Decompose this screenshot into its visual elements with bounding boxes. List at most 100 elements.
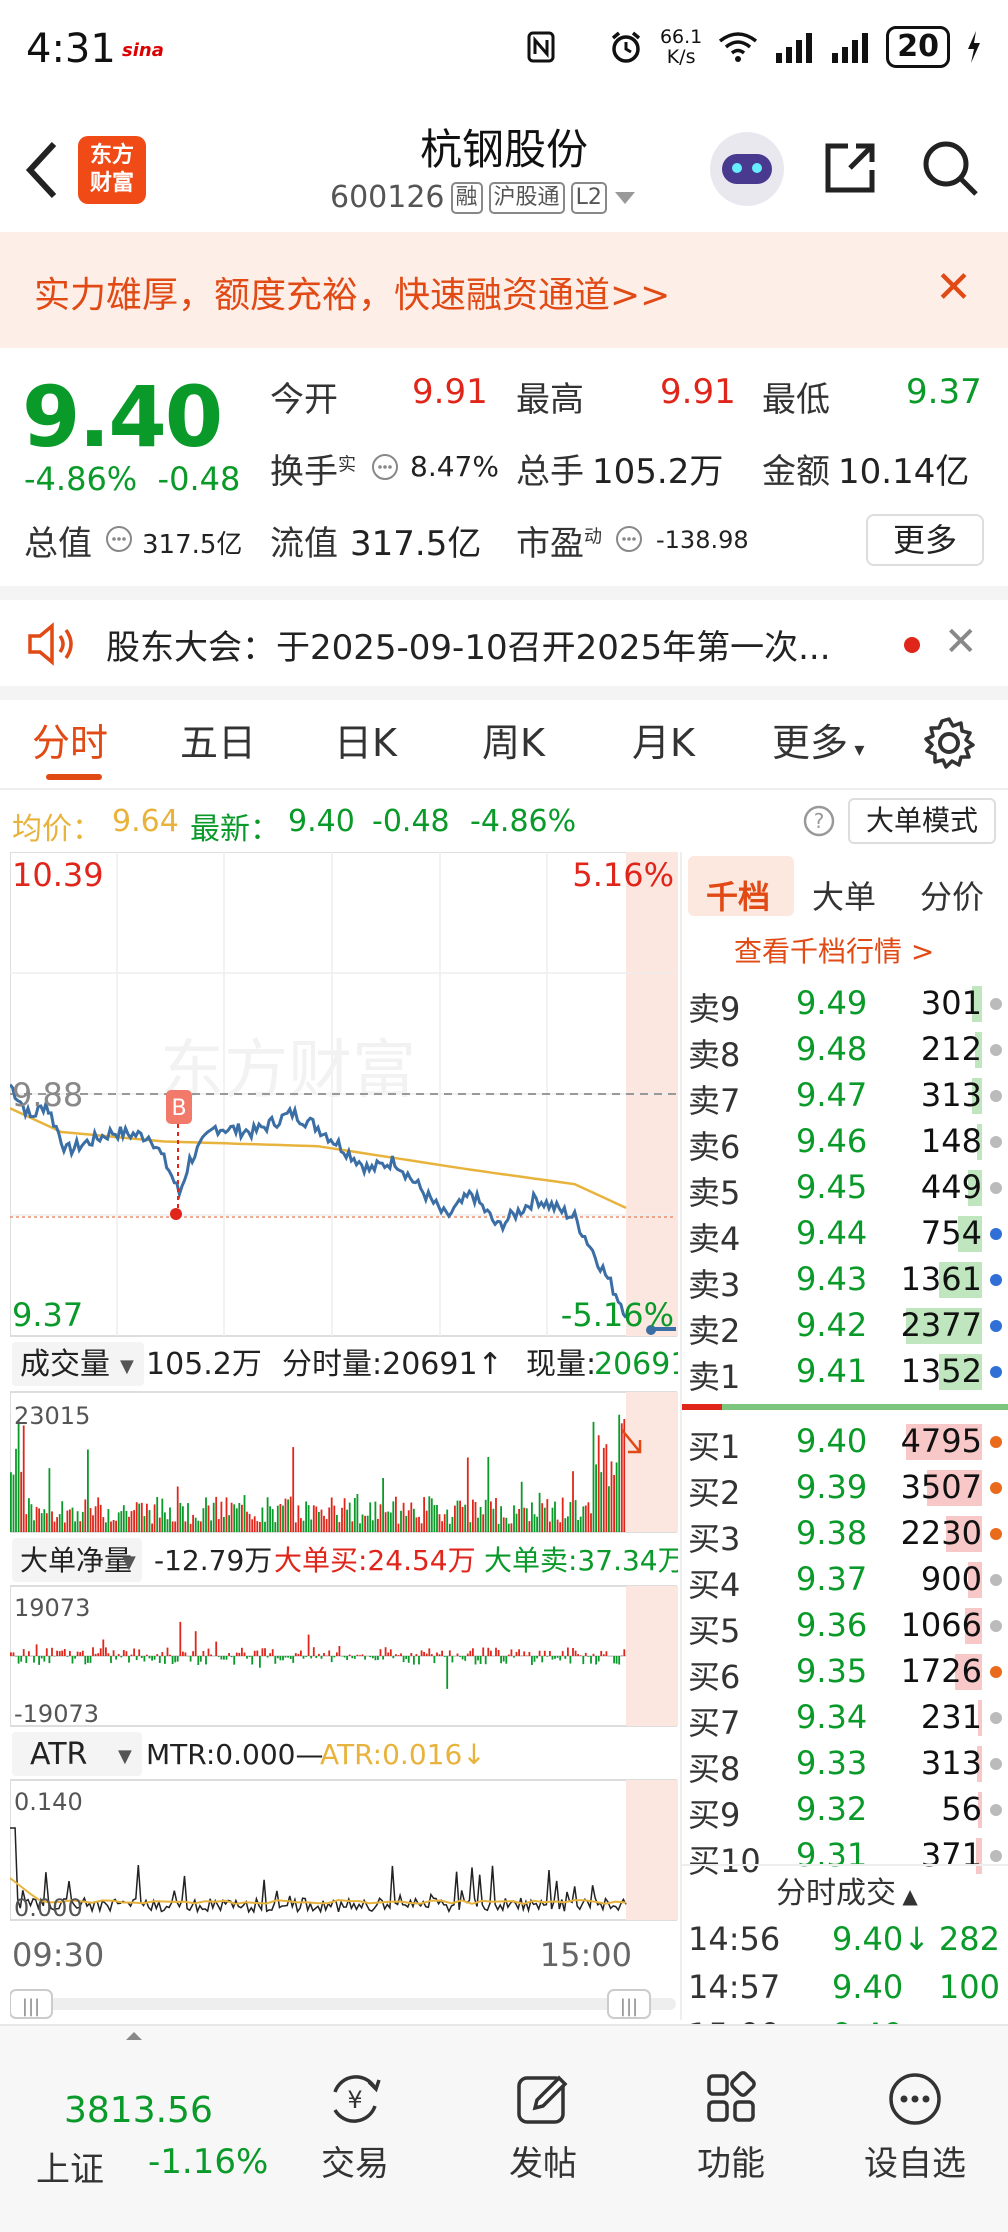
notice-bar[interactable]: 股东大会：于2025-09-10召开2025年第一次... ✕ — [0, 600, 1008, 688]
high-value: 9.91 — [660, 372, 736, 412]
nav-add-watchlist[interactable]: 设自选 — [840, 2070, 990, 2185]
tab-more[interactable]: 更多 ▾ — [772, 712, 864, 767]
bigorder-bar — [602, 1654, 605, 1656]
bigorder-min-label: -19073 — [14, 1700, 99, 1728]
bigorder-bar — [487, 1647, 490, 1656]
bid-row-4[interactable]: 买4 9.37 900 — [682, 1556, 1008, 1604]
volume-bar — [15, 1448, 17, 1532]
tab-weekly-k[interactable]: 周K — [482, 712, 545, 767]
gear-icon[interactable] — [922, 716, 976, 770]
trade-price: 9.40 — [832, 1968, 904, 2006]
chart-area[interactable]: 东方财富 B 10.39 9.88 9.37 5.16% -5.16% 成交量 … — [8, 851, 689, 2020]
info-icon[interactable] — [614, 524, 644, 554]
mktcap-value: 317.5亿 — [142, 530, 243, 560]
index-change[interactable]: -1.16% — [148, 2142, 268, 2182]
trades-title[interactable]: 分时成交 ▲ — [776, 1868, 918, 1912]
assistant-robot-icon[interactable] — [710, 132, 784, 206]
level-volume: 2230 — [900, 1514, 982, 1552]
ask-row-3[interactable]: 卖7 9.47 313 — [682, 1072, 1008, 1120]
sina-icon: sina — [122, 40, 164, 61]
bid-row-7[interactable]: 买7 9.34 231 — [682, 1694, 1008, 1742]
intraday-chart-svg[interactable]: 东方财富 B 10.39 9.88 9.37 5.16% -5.16% 成交量 … — [8, 851, 689, 2020]
ob-tab-bigorder[interactable]: 大单 — [812, 872, 876, 918]
promo-banner[interactable]: 实力雄厚，额度充裕，快速融资通道>> ✕ — [0, 232, 1008, 348]
nav-post-label[interactable]: 发帖 — [468, 2136, 618, 2185]
level-label: 卖7 — [688, 1082, 741, 1120]
close-icon[interactable]: ✕ — [935, 266, 972, 310]
search-icon[interactable] — [920, 138, 980, 198]
bid-row-2[interactable]: 买2 9.39 3507 — [682, 1464, 1008, 1512]
info-icon[interactable] — [104, 524, 134, 554]
volume-bar — [451, 1517, 454, 1532]
nav-functions-label[interactable]: 功能 — [656, 2136, 806, 2185]
promo-text[interactable]: 实力雄厚，额度充裕，快速融资通道>> — [34, 266, 670, 318]
close-icon[interactable]: ✕ — [944, 620, 978, 664]
chevron-down-icon[interactable]: ▼ — [118, 1746, 132, 1767]
level-price: 9.34 — [796, 1698, 868, 1736]
level-label: 买3 — [688, 1520, 741, 1558]
view-depth-link[interactable]: 查看千档行情 > — [734, 930, 934, 970]
nav-trade[interactable]: ¥ 交易 — [280, 2070, 430, 2185]
ask-row-6[interactable]: 卖4 9.44 754 — [682, 1210, 1008, 1258]
range-scrollbar[interactable] — [10, 1998, 676, 2010]
info-icon[interactable] — [370, 452, 400, 482]
big-order-mode-button[interactable]: 大单模式 — [848, 798, 996, 844]
index-value[interactable]: 3813.56 — [64, 2090, 213, 2131]
ob-tab-price-dist[interactable]: 分价 — [920, 872, 984, 918]
nav-functions[interactable]: 功能 — [656, 2070, 806, 2185]
ask-row-2[interactable]: 卖8 9.48 212 — [682, 1026, 1008, 1074]
ask-row-7[interactable]: 卖3 9.43 1361 — [682, 1256, 1008, 1304]
chevron-down-icon[interactable] — [613, 189, 637, 207]
volume-selector-label[interactable]: 成交量 — [20, 1347, 110, 1382]
bid-row-5[interactable]: 买5 9.36 1066 — [682, 1602, 1008, 1650]
ask-row-5[interactable]: 卖5 9.45 449 — [682, 1164, 1008, 1212]
notice-text[interactable]: 股东大会：于2025-09-10召开2025年第一次... — [106, 620, 831, 669]
atr-selector-label[interactable]: ATR — [30, 1737, 87, 1772]
nav-post[interactable]: 发帖 — [468, 2070, 618, 2185]
ask-row-8[interactable]: 卖2 9.42 2377 — [682, 1302, 1008, 1350]
bigorder-bar — [253, 1650, 256, 1656]
ask-row-4[interactable]: 卖6 9.46 148 — [682, 1118, 1008, 1166]
tab-daily-k[interactable]: 日K — [334, 712, 397, 767]
volume-bar — [169, 1507, 171, 1532]
ask-row-1[interactable]: 卖9 9.49 301 — [682, 980, 1008, 1028]
chevron-down-icon[interactable]: ▼ — [120, 1356, 134, 1377]
volume-bar — [92, 1515, 94, 1532]
bid-row-9[interactable]: 买9 9.32 56 — [682, 1786, 1008, 1834]
bigorder-selector-label[interactable]: 大单净量 — [20, 1544, 132, 1577]
share-icon[interactable] — [820, 138, 880, 198]
bid-row-8[interactable]: 买8 9.33 313 — [682, 1740, 1008, 1788]
volume-bar — [225, 1497, 228, 1532]
chevron-down-icon[interactable]: ▼ — [122, 1552, 136, 1573]
ob-tab-depth[interactable]: 千档 — [706, 872, 770, 918]
volume-bar — [130, 1511, 133, 1532]
bigorder-bar — [202, 1651, 205, 1656]
bigorder-bar — [556, 1656, 559, 1658]
volume-bar — [482, 1514, 485, 1532]
tick-volume: 分时量:20691↑ — [282, 1347, 503, 1382]
grip-icon: ||| — [22, 1996, 40, 2017]
bid-row-1[interactable]: 买1 9.40 4795 — [682, 1418, 1008, 1466]
chevron-up-icon[interactable] — [124, 2030, 144, 2042]
index-name[interactable]: 上证 — [36, 2142, 104, 2191]
help-icon[interactable]: ? — [802, 804, 836, 838]
bigorder-bar — [76, 1651, 79, 1656]
more-button[interactable]: 更多 — [866, 514, 984, 566]
bigorder-bar — [140, 1656, 143, 1658]
volume-bar — [146, 1503, 148, 1532]
bigorder-bar — [448, 1650, 451, 1656]
ask-row-9[interactable]: 卖1 9.41 1352 — [682, 1348, 1008, 1396]
tab-monthly-k[interactable]: 月K — [632, 712, 695, 767]
bigorder-bar — [259, 1656, 261, 1668]
nav-trade-label[interactable]: 交易 — [280, 2136, 430, 2185]
volume-bar — [436, 1505, 438, 1532]
bid-row-3[interactable]: 买3 9.38 2230 — [682, 1510, 1008, 1558]
bid-row-6[interactable]: 买6 9.35 1726 — [682, 1648, 1008, 1696]
volume-bar — [112, 1520, 115, 1532]
tab-intraday[interactable]: 分时 — [32, 712, 108, 767]
bigorder-bar — [235, 1652, 238, 1656]
tab-five-day[interactable]: 五日 — [180, 712, 256, 767]
nav-add-watchlist-label[interactable]: 设自选 — [840, 2136, 990, 2185]
bigorder-bar — [425, 1653, 428, 1656]
level-volume: 754 — [920, 1214, 982, 1252]
